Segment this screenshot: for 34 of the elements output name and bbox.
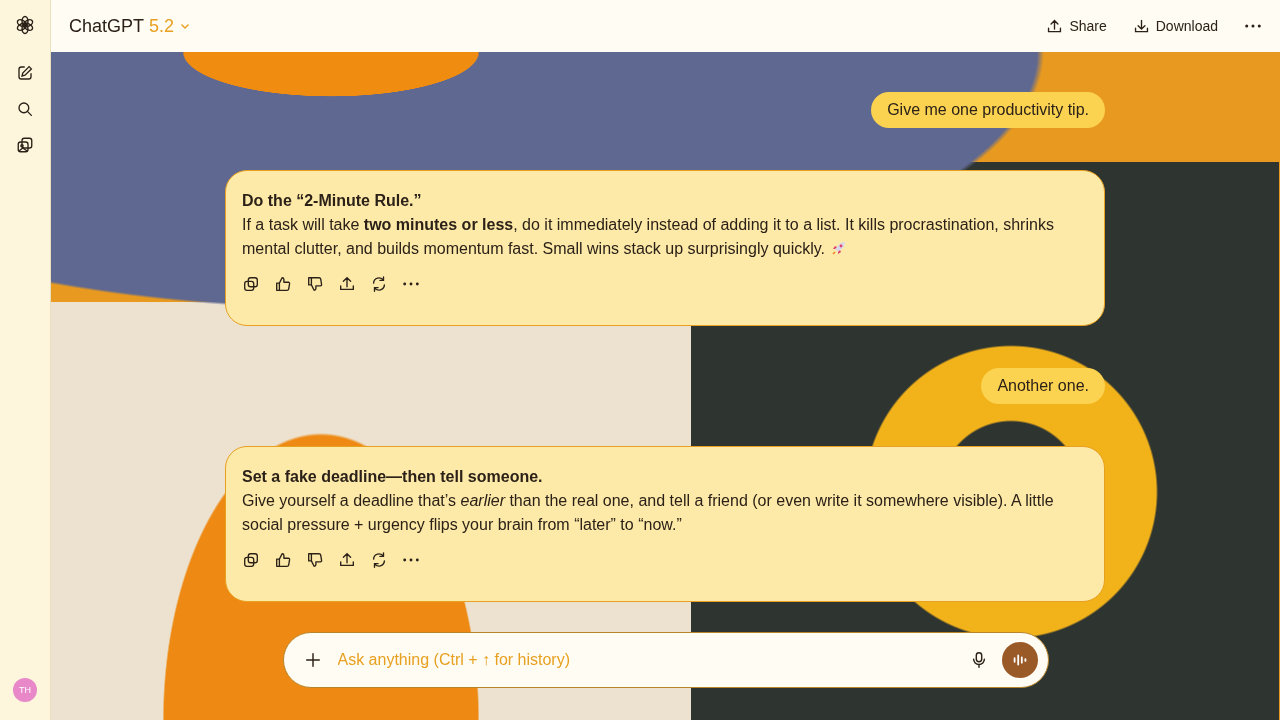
more-icon[interactable] xyxy=(1244,23,1262,29)
search-icon[interactable] xyxy=(16,100,34,118)
copy-icon[interactable] xyxy=(242,551,260,569)
logo-icon[interactable] xyxy=(14,14,36,36)
download-button[interactable]: Download xyxy=(1132,17,1218,35)
more-icon[interactable] xyxy=(402,281,420,287)
edit-icon[interactable] xyxy=(16,64,34,82)
response-text: If a task will take two minutes or less, do it immediately instead of adding it to a list. It kills procrastination, shrinks mental clutter, and builds momentum fast. Small wins stack up surprisingly quickly. xyxy=(242,215,1055,259)
more-icon[interactable] xyxy=(402,557,420,563)
copy-icon[interactable] xyxy=(242,275,260,293)
share-icon xyxy=(1046,17,1064,35)
model-version: 5.2 xyxy=(149,15,175,37)
share-icon[interactable] xyxy=(338,551,356,569)
message-input[interactable]: Ask anything (Ctrl + ↑ for history) xyxy=(335,650,956,670)
user-message: Give me one productivity tip. xyxy=(871,92,1105,128)
images-icon[interactable] xyxy=(16,136,34,154)
plus-icon[interactable] xyxy=(303,651,322,669)
thumbs-down-icon[interactable] xyxy=(306,275,324,293)
share-button[interactable]: Share xyxy=(1046,17,1107,35)
thumbs-up-icon[interactable] xyxy=(274,551,292,569)
response-title: Do the “2-Minute Rule.” xyxy=(242,191,423,211)
regenerate-icon[interactable] xyxy=(370,551,388,569)
response-title: Set a fake deadline—then tell someone. xyxy=(242,467,544,487)
user-message: Another one. xyxy=(981,368,1105,404)
composer-bar[interactable]: Ask anything (Ctrl + ↑ for history) xyxy=(282,632,1049,688)
response-text: Give yourself a deadline that’s earlier than the real one, and tell a friend (or even write it somewhere visible). A little social pressure + urgency flips your brain from “later” to “now.” xyxy=(242,491,1055,535)
voice-button[interactable] xyxy=(1001,642,1038,678)
thumbs-up-icon[interactable] xyxy=(274,275,292,293)
thumbs-down-icon[interactable] xyxy=(306,551,324,569)
download-icon xyxy=(1132,17,1150,35)
regenerate-icon[interactable] xyxy=(370,275,388,293)
rocket-icon xyxy=(831,240,848,256)
share-icon[interactable] xyxy=(338,275,356,293)
model-selector[interactable]: ChatGPT 5.2 xyxy=(69,15,192,37)
